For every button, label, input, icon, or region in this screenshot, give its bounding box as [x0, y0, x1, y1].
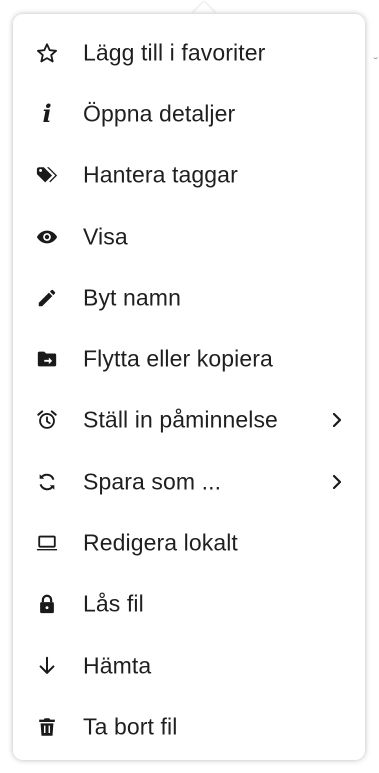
menu-item-manage-tags[interactable]: Hantera taggar [13, 145, 365, 206]
info-icon: i [42, 98, 52, 128]
tags-icon [35, 163, 59, 187]
menu-item-label: Flytta eller kopiera [83, 345, 273, 372]
eye-icon [35, 225, 59, 249]
menu-item-label: Lås fil [83, 590, 144, 617]
menu-item-label: Visa [83, 223, 128, 250]
edge-fragment: ˘ [374, 55, 378, 69]
menu-item-open-details[interactable]: i Öppna detaljer [13, 83, 365, 144]
folder-move-icon [35, 347, 59, 371]
chevron-right-icon [330, 411, 344, 429]
file-actions-menu: Lägg till i favoriter i Öppna detaljer H… [13, 14, 365, 760]
menu-pointer [192, 2, 216, 14]
menu-item-save-as[interactable]: Spara som ... [13, 451, 365, 512]
menu-item-add-to-favorites[interactable]: Lägg till i favoriter [13, 22, 365, 83]
menu-item-label: Ta bort fil [83, 713, 178, 740]
trash-icon [35, 715, 59, 739]
menu-item-label: Redigera lokalt [83, 529, 238, 556]
menu-item-download[interactable]: Hämta [13, 635, 365, 696]
chevron-right-icon [330, 473, 344, 491]
arrow-down-icon [35, 654, 59, 678]
menu-item-view[interactable]: Visa [13, 206, 365, 267]
pencil-icon [35, 286, 59, 310]
alarm-clock-icon [35, 408, 59, 432]
sync-arrows-icon [35, 470, 59, 494]
menu-item-label: Ställ in påminnelse [83, 406, 278, 433]
laptop-icon [35, 531, 59, 555]
menu-item-lock-file[interactable]: Lås fil [13, 574, 365, 635]
menu-item-label: Öppna detaljer [83, 100, 236, 127]
menu-item-label: Hämta [83, 652, 152, 679]
menu-item-edit-locally[interactable]: Redigera lokalt [13, 512, 365, 573]
menu-item-set-reminder[interactable]: Ställ in påminnelse [13, 390, 365, 451]
star-outline-icon [35, 41, 59, 65]
stage: ˘ Lägg till i favoriter i Öppna detaljer… [0, 0, 379, 773]
lock-icon [35, 592, 59, 616]
menu-item-label: Byt namn [83, 284, 181, 311]
menu-item-label: Spara som ... [83, 468, 222, 495]
menu-item-delete-file[interactable]: Ta bort fil [13, 696, 365, 757]
menu-item-move-or-copy[interactable]: Flytta eller kopiera [13, 328, 365, 389]
menu-item-label: Hantera taggar [83, 161, 238, 188]
menu-item-label: Lägg till i favoriter [83, 39, 266, 66]
menu-item-rename[interactable]: Byt namn [13, 267, 365, 328]
